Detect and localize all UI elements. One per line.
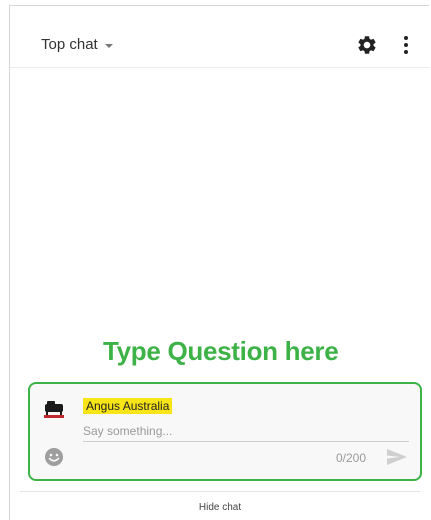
character-counter: 0/200 <box>336 451 367 465</box>
chat-header: Top chat <box>10 6 430 68</box>
send-icon[interactable] <box>386 448 408 466</box>
chat-footer: Hide chat <box>20 491 420 515</box>
chat-messages-area <box>10 69 430 339</box>
avatar-logo <box>44 401 64 418</box>
chevron-down-icon <box>104 43 113 48</box>
author-name: Angus Australia <box>83 398 173 414</box>
instruction-annotation: Type Question here <box>103 336 339 366</box>
chat-composer: Angus Australia 0/200 <box>28 382 422 481</box>
gear-icon[interactable] <box>356 34 378 56</box>
message-input[interactable] <box>83 420 409 442</box>
hide-chat-button[interactable]: Hide chat <box>199 502 241 513</box>
chat-mode-label: Top chat <box>41 36 98 53</box>
chat-mode-dropdown[interactable]: Top chat <box>41 36 113 53</box>
emoji-icon[interactable] <box>44 447 64 467</box>
more-vert-icon[interactable] <box>402 34 410 56</box>
